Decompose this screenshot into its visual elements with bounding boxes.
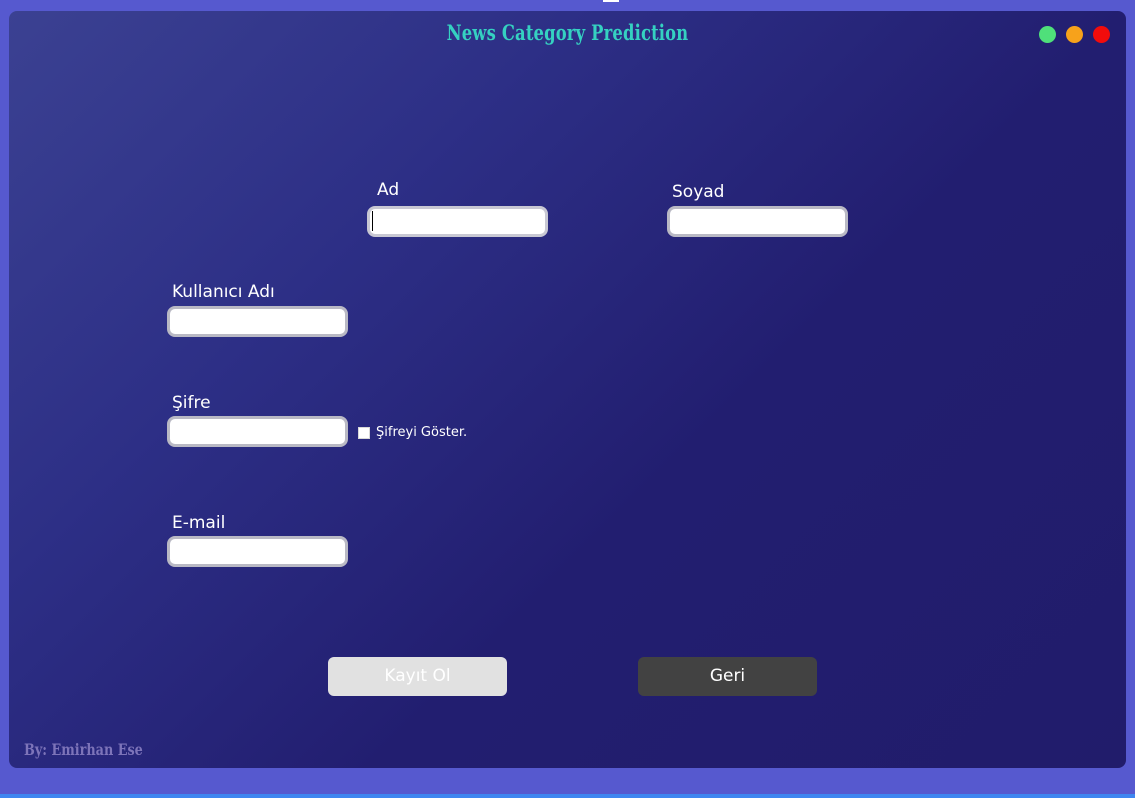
register-button[interactable]: Kayıt Ol bbox=[328, 657, 507, 696]
taskbar-edge bbox=[0, 794, 1135, 798]
username-input[interactable] bbox=[167, 306, 348, 337]
password-label: Şifre bbox=[172, 393, 211, 413]
minimize-dot-icon[interactable] bbox=[1039, 26, 1056, 43]
back-button[interactable]: Geri bbox=[638, 657, 817, 696]
last-name-input[interactable] bbox=[667, 206, 848, 237]
first-name-input[interactable] bbox=[367, 206, 548, 237]
email-input[interactable] bbox=[167, 536, 348, 567]
maximize-dot-icon[interactable] bbox=[1066, 26, 1083, 43]
username-label: Kullanıcı Adı bbox=[172, 282, 275, 302]
show-password-checkbox[interactable] bbox=[358, 426, 370, 439]
first-name-label: Ad bbox=[377, 180, 400, 200]
app-window: News Category Prediction Ad Soyad Kullan… bbox=[9, 11, 1126, 768]
text-caret bbox=[372, 211, 373, 231]
close-dot-icon[interactable] bbox=[1093, 26, 1110, 43]
last-name-label: Soyad bbox=[672, 182, 725, 202]
author-credit: By: Emirhan Ese bbox=[24, 740, 143, 759]
show-password-label: Şifreyi Göster. bbox=[376, 425, 468, 440]
app-title: News Category Prediction bbox=[446, 20, 689, 45]
top-notch bbox=[603, 0, 619, 2]
password-input[interactable] bbox=[167, 416, 348, 447]
email-label: E-mail bbox=[172, 513, 226, 533]
show-password-toggle[interactable]: Şifreyi Göster. bbox=[358, 425, 467, 440]
